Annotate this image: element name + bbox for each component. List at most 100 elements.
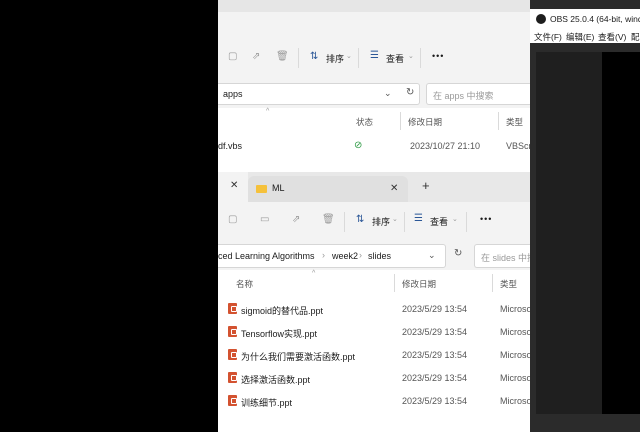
sort-indicator-icon: ^ — [266, 108, 270, 115]
obs-menubar: 文件(F) 编辑(E) 查看(V) 配 — [530, 29, 640, 43]
file-name[interactable]: df.vbs — [218, 141, 242, 151]
paste-icon[interactable]: ▢ — [228, 214, 237, 225]
breadcrumb-separator-icon: › — [359, 250, 362, 260]
column-header-modified[interactable]: 修改日期 — [408, 116, 442, 128]
obs-title: OBS 25.0.4 (64-bit, windo — [550, 14, 640, 24]
file-modified: 2023/10/27 21:10 — [410, 141, 481, 151]
column-header-type[interactable]: 类型 — [506, 116, 523, 128]
sort-button[interactable]: 排序 — [372, 215, 390, 228]
chevron-down-icon: ⌄ — [346, 53, 352, 60]
ppt-file-icon — [228, 303, 237, 314]
close-tab-icon[interactable]: ✕ — [390, 183, 398, 194]
menu-view[interactable]: 查看(V) — [598, 31, 626, 43]
view-icon: ☰ — [370, 50, 379, 61]
file-modified: 2023/5/29 13:54 — [402, 396, 468, 406]
share-icon[interactable]: ⇗ — [252, 51, 260, 62]
table-row[interactable]: 为什么我们需要激活函数.ppt 2023/5/29 13:54 Microso — [218, 344, 530, 366]
file-list: ^ 名称 修改日期 类型 sigmoid的替代品.ppt 2023/5/29 1… — [218, 270, 530, 432]
breadcrumb-separator-icon: › — [322, 250, 325, 260]
obs-window: OBS 25.0.4 (64-bit, windo 文件(F) 编辑(E) 查看… — [530, 0, 640, 432]
address-bar[interactable]: ced Learning Algorithms › week2 › slides… — [218, 244, 446, 268]
sort-icon: ⇅ — [310, 51, 319, 62]
file-type: VBScri — [506, 141, 530, 151]
file-name[interactable]: 训练细节.ppt — [241, 396, 292, 409]
refresh-icon[interactable]: ↻ — [454, 248, 462, 259]
file-type: Microso — [500, 396, 530, 406]
search-placeholder: 在 slides 中搜索 — [481, 253, 530, 263]
chevron-down-icon: ⌄ — [408, 53, 414, 60]
obs-preview[interactable] — [602, 52, 640, 414]
paste-icon[interactable]: ▢ — [228, 51, 237, 62]
sync-ok-icon: ⊘ — [354, 140, 363, 151]
tab-current[interactable]: ✕ — [218, 172, 248, 202]
address-dropdown-icon[interactable]: ⌄ — [428, 250, 436, 261]
breadcrumb-item[interactable]: ced Learning Algorithms — [218, 251, 315, 261]
view-button[interactable]: 查看 — [386, 52, 404, 65]
column-header-type[interactable]: 类型 — [500, 278, 517, 290]
file-modified: 2023/5/29 13:54 — [402, 304, 468, 314]
file-type: Microso — [500, 373, 530, 383]
ppt-file-icon — [228, 395, 237, 406]
refresh-icon[interactable]: ↻ — [406, 87, 414, 98]
obs-titlebar: OBS 25.0.4 (64-bit, windo — [530, 9, 640, 29]
delete-icon[interactable]: 🗑 — [276, 51, 289, 62]
sort-icon: ⇅ — [356, 214, 365, 225]
view-icon: ☰ — [414, 213, 423, 224]
file-type: Microso — [500, 304, 530, 314]
rename-icon[interactable]: ▭ — [260, 214, 269, 225]
close-tab-icon[interactable]: ✕ — [230, 180, 238, 191]
search-input[interactable]: 在 apps 中搜索 — [426, 83, 530, 105]
toolbar: ▢ ▭ ⇗ 🗑 ⇅ 排序 ⌄ ☰ 查看 ⌄ ••• — [218, 204, 530, 240]
chevron-down-icon: ⌄ — [392, 216, 398, 223]
ppt-file-icon — [228, 326, 237, 337]
menu-edit[interactable]: 编辑(E) — [566, 31, 594, 43]
menu-more[interactable]: 配 — [631, 31, 640, 43]
address-path[interactable]: apps — [223, 89, 243, 99]
breadcrumb-item[interactable]: week2 — [332, 251, 358, 261]
menu-file[interactable]: 文件(F) — [534, 31, 562, 43]
toolbar: ▢ ⇗ 🗑 ⇅ 排序 ⌄ ☰ 查看 ⌄ ••• — [218, 40, 530, 76]
share-icon[interactable]: ⇗ — [292, 214, 300, 225]
obs-bottom-bar — [530, 418, 640, 432]
file-name[interactable]: 选择激活函数.ppt — [241, 373, 310, 386]
ppt-file-icon — [228, 372, 237, 383]
table-row[interactable]: sigmoid的替代品.ppt 2023/5/29 13:54 Microso — [218, 298, 530, 320]
chevron-down-icon: ⌄ — [452, 216, 458, 223]
new-tab-button[interactable]: + — [422, 178, 430, 193]
column-header-modified[interactable]: 修改日期 — [402, 278, 436, 290]
delete-icon[interactable]: 🗑 — [322, 214, 335, 225]
tab-label: ML — [272, 183, 285, 193]
table-row[interactable]: 选择激活函数.ppt 2023/5/29 13:54 Microso — [218, 367, 530, 389]
file-type: Microso — [500, 350, 530, 360]
tab-ml[interactable]: ML ✕ — [248, 176, 408, 202]
more-button[interactable]: ••• — [480, 214, 492, 224]
file-modified: 2023/5/29 13:54 — [402, 327, 468, 337]
table-row[interactable]: 训练细节.ppt 2023/5/29 13:54 Microso — [218, 390, 530, 412]
breadcrumb-item[interactable]: slides — [368, 251, 391, 261]
more-button[interactable]: ••• — [432, 51, 444, 61]
file-name[interactable]: sigmoid的替代品.ppt — [241, 304, 323, 317]
search-input[interactable]: 在 slides 中搜索 — [474, 244, 530, 268]
table-row[interactable]: Tensorflow实现.ppt 2023/5/29 13:54 Microso — [218, 321, 530, 343]
explorer-window-apps: ▢ ⇗ 🗑 ⇅ 排序 ⌄ ☰ 查看 ⌄ ••• apps ⌄ ↻ 在 apps … — [218, 0, 530, 172]
file-list: ^ 状态 修改日期 类型 df.vbs ⊘ 2023/10/27 21:10 V… — [218, 108, 530, 172]
column-header-status[interactable]: 状态 — [356, 116, 373, 128]
file-name[interactable]: 为什么我们需要激活函数.ppt — [241, 350, 355, 363]
explorer-window-slides: ✕ ML ✕ + ▢ ▭ ⇗ 🗑 ⇅ 排序 ⌄ ☰ 查看 ⌄ ••• ced L… — [218, 172, 530, 432]
sort-button[interactable]: 排序 — [326, 52, 344, 65]
title-strip — [218, 0, 530, 12]
folder-icon — [256, 185, 267, 193]
obs-logo-icon — [536, 14, 546, 24]
file-modified: 2023/5/29 13:54 — [402, 373, 468, 383]
address-bar[interactable]: apps ⌄ — [218, 83, 420, 105]
address-dropdown-icon[interactable]: ⌄ — [384, 88, 392, 99]
sort-indicator-icon: ^ — [312, 270, 316, 277]
table-row[interactable]: df.vbs ⊘ 2023/10/27 21:10 VBScri — [218, 136, 530, 156]
file-type: Microso — [500, 327, 530, 337]
search-placeholder: 在 apps 中搜索 — [433, 91, 494, 101]
column-header-name[interactable]: 名称 — [236, 278, 253, 290]
ppt-file-icon — [228, 349, 237, 360]
file-name[interactable]: Tensorflow实现.ppt — [241, 327, 317, 340]
view-button[interactable]: 查看 — [430, 215, 448, 228]
file-modified: 2023/5/29 13:54 — [402, 350, 468, 360]
